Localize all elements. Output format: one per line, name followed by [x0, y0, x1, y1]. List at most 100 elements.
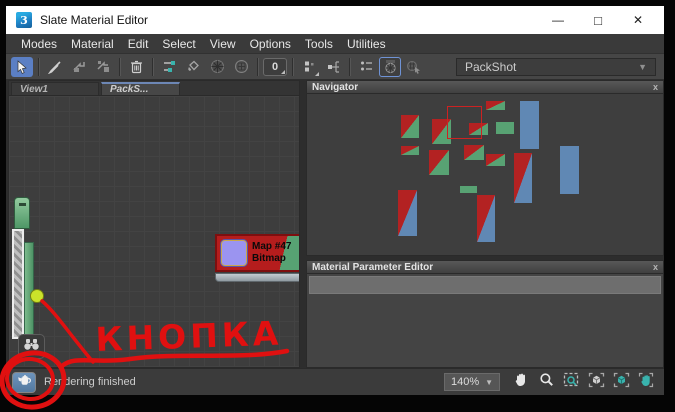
- navigator-node-thumb-red-green[interactable]: [401, 115, 419, 138]
- minimize-button[interactable]: —: [538, 8, 578, 32]
- select-arrow-icon: [16, 59, 28, 74]
- bitmap-node-subtitle: Bitmap: [252, 253, 286, 264]
- navigator-close-icon[interactable]: x: [653, 82, 658, 92]
- layout-list-icon: [360, 60, 373, 73]
- show-shaded-material-b-button[interactable]: [230, 57, 252, 77]
- make-material-copy-button[interactable]: [92, 57, 114, 77]
- window-title: Slate Material Editor: [40, 13, 149, 27]
- node-wire-icon: [326, 60, 341, 74]
- navigator-node-thumb-red-blue[interactable]: [398, 190, 417, 236]
- move-children-button[interactable]: [158, 57, 180, 77]
- bitmap-node[interactable]: Map #47 Bitmap: [215, 234, 299, 283]
- material-ball-icon: [383, 59, 398, 74]
- navigator-node-thumb-red-blue[interactable]: [514, 153, 532, 203]
- navigator-node-thumb-red-green[interactable]: [401, 146, 419, 155]
- tab-view1[interactable]: View1: [11, 82, 99, 95]
- menu-tools[interactable]: Tools: [298, 35, 340, 53]
- navigator-node-thumb-red-green[interactable]: [464, 145, 484, 160]
- menu-view[interactable]: View: [203, 35, 243, 53]
- material-selector-dropdown[interactable]: PackShot ▼: [456, 57, 656, 76]
- copy-material-icon: [96, 60, 111, 73]
- teapot-icon: [16, 373, 33, 392]
- navigator-node-thumb-green[interactable]: [496, 122, 514, 134]
- render-preview-button[interactable]: [12, 371, 36, 393]
- right-column: Navigator x Material Parameter Editor x: [306, 80, 664, 368]
- view-tabstrip: View1 PackS...: [8, 80, 300, 95]
- slate-material-editor-window: 3 Slate Material Editor — □ ✕ Modes Mater…: [6, 6, 664, 395]
- show-end-result-button[interactable]: [298, 57, 320, 77]
- clipped-node-fragment[interactable]: [14, 197, 30, 229]
- parameter-editor-body: [306, 274, 664, 368]
- zoom-level-dropdown[interactable]: 140% ▼: [444, 373, 500, 391]
- assign-material-button[interactable]: [182, 57, 204, 77]
- navigator-node-thumb-red-green[interactable]: [486, 101, 505, 110]
- layout-all-button[interactable]: [355, 57, 377, 77]
- navigator-node-thumb-red-green[interactable]: [486, 154, 505, 166]
- navigator-node-thumb-red-green[interactable]: [429, 150, 449, 175]
- navigator-node-thumb-blue[interactable]: [560, 146, 579, 194]
- trash-icon: [130, 60, 143, 74]
- zoom-extents-button[interactable]: [586, 372, 606, 392]
- chevron-down-icon: ▼: [485, 377, 494, 387]
- propagation-zero-button[interactable]: 0: [263, 57, 287, 76]
- bitmap-node-title: Map #47: [252, 241, 292, 252]
- delete-selected-button[interactable]: [125, 57, 147, 77]
- view-panel: View1 PackS... Map #47 Bitmap: [8, 80, 300, 368]
- screenshot-stage: 3 Slate Material Editor — □ ✕ Modes Mater…: [0, 0, 675, 412]
- status-message: Rendering finished: [44, 376, 136, 388]
- node-view-canvas[interactable]: Map #47 Bitmap: [8, 95, 300, 368]
- flyout-corner-icon: [281, 69, 285, 74]
- find-node-button[interactable]: [18, 334, 45, 359]
- menu-utilities[interactable]: Utilities: [340, 35, 393, 53]
- 3dsmax-app-icon: 3: [16, 12, 32, 28]
- eyedropper-icon: [48, 60, 62, 74]
- magnifier-icon: [539, 372, 554, 392]
- bitmap-node-header[interactable]: Map #47 Bitmap: [215, 234, 299, 272]
- navigator-node-thumb-red-blue[interactable]: [477, 195, 495, 242]
- navigator-node-thumb-blue[interactable]: [520, 101, 539, 149]
- clipped-node-body[interactable]: [12, 229, 24, 339]
- material-selector-value: PackShot: [465, 59, 517, 74]
- bitmap-thumbnail[interactable]: [220, 239, 248, 267]
- select-tool-button[interactable]: [11, 56, 33, 77]
- layout-children-button[interactable]: [322, 57, 344, 77]
- navigator-minimap[interactable]: [306, 94, 664, 256]
- zoom-extents-selected-button[interactable]: [611, 372, 631, 392]
- paint-bucket-icon: [186, 60, 200, 73]
- chevron-down-icon: ▼: [638, 61, 647, 72]
- parameter-editor-close-icon[interactable]: x: [653, 262, 658, 272]
- navigator-view-frame[interactable]: [447, 106, 482, 139]
- material-preview-button[interactable]: [379, 56, 401, 77]
- node-connector-icon: [161, 60, 177, 74]
- menu-modes[interactable]: Modes: [14, 35, 64, 53]
- zoom-region-button[interactable]: [561, 372, 581, 392]
- parameter-editor-empty-rollout[interactable]: [309, 276, 661, 294]
- pan-to-selected-button[interactable]: [636, 372, 656, 392]
- parameter-editor-header[interactable]: Material Parameter Editor x: [306, 260, 664, 274]
- connection-socket-dot[interactable]: [30, 289, 44, 303]
- menu-options[interactable]: Options: [243, 35, 298, 53]
- menu-bar: Modes Material Edit Select View Options Tools U…: [6, 34, 664, 54]
- menu-material[interactable]: Material: [64, 35, 121, 53]
- pick-material-button[interactable]: [44, 57, 66, 77]
- status-bar: Rendering finished 140% ▼: [6, 368, 664, 395]
- navigator-header[interactable]: Navigator x: [306, 80, 664, 94]
- zoom-level-value: 140%: [450, 376, 480, 388]
- show-shaded-material-a-button[interactable]: [206, 57, 228, 77]
- menu-edit[interactable]: Edit: [121, 35, 156, 53]
- select-by-material-button[interactable]: [403, 57, 425, 77]
- flyout-corner-icon: [315, 71, 319, 76]
- menu-select[interactable]: Select: [155, 35, 202, 53]
- checker-cursor-icon: [406, 60, 422, 74]
- close-button[interactable]: ✕: [618, 8, 658, 32]
- checkered-sphere2-icon: [234, 59, 249, 74]
- stacked-dots-icon: [303, 60, 315, 73]
- pan-tool-button[interactable]: [511, 372, 531, 392]
- put-material-to-scene-button[interactable]: [68, 57, 90, 77]
- main-area: View1 PackS... Map #47 Bitmap Navigator …: [6, 80, 664, 368]
- zoom-tool-button[interactable]: [536, 372, 556, 392]
- maximize-button[interactable]: □: [578, 8, 618, 32]
- navigator-node-thumb-green[interactable]: [460, 186, 477, 193]
- binoculars-icon: [23, 338, 40, 356]
- tab-packshot[interactable]: PackS...: [101, 82, 180, 95]
